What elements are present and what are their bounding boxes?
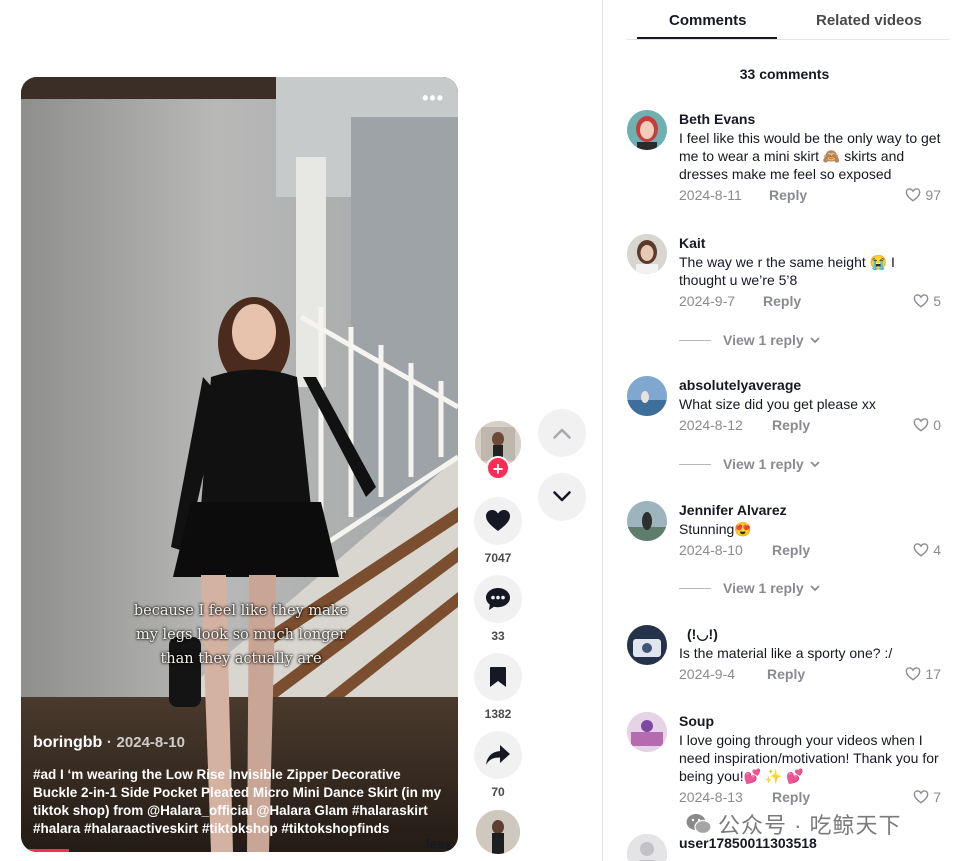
comment-text: Stunning😍 bbox=[679, 521, 752, 537]
active-tab-indicator bbox=[637, 37, 777, 39]
next-creator-avatar[interactable] bbox=[476, 810, 520, 854]
comment-like-count: 0 bbox=[933, 417, 941, 433]
view-replies-label: View 1 reply bbox=[723, 580, 804, 596]
avatar[interactable] bbox=[627, 501, 667, 541]
save-button[interactable] bbox=[474, 653, 522, 701]
chevron-down-icon bbox=[810, 336, 820, 343]
reply-button[interactable]: Reply bbox=[763, 293, 801, 309]
heart-outline-icon bbox=[913, 418, 929, 432]
comment-like-count: 5 bbox=[933, 293, 941, 309]
comment-date: 2024-8-13 bbox=[679, 789, 743, 805]
overlay-line: because I feel like they make bbox=[133, 603, 349, 619]
heart-outline-icon bbox=[913, 543, 929, 557]
comment-date: 2024-8-10 bbox=[679, 542, 743, 558]
comment-date: 2024-9-4 bbox=[679, 666, 736, 682]
overlay-line: than they actually are bbox=[160, 651, 322, 667]
comment-text: I feel like this would be the only way t… bbox=[679, 130, 941, 182]
bookmark-icon bbox=[490, 667, 506, 687]
wechat-icon bbox=[686, 814, 712, 835]
view-replies-label: View 1 reply bbox=[723, 456, 804, 472]
comment-text: I love going through your videos when I … bbox=[679, 732, 939, 784]
tab-comments[interactable]: Comments bbox=[669, 12, 747, 29]
reply-button[interactable]: Reply bbox=[769, 187, 807, 203]
commenter-name[interactable]: Kait bbox=[679, 234, 941, 252]
commenter-name[interactable]: absolutelyaverage bbox=[679, 376, 941, 394]
panel-tabs: Comments Related videos bbox=[627, 0, 949, 40]
watermark-text: 公众号 · 吃鲸天下 bbox=[718, 813, 902, 838]
avatar[interactable] bbox=[627, 834, 667, 861]
video-player[interactable]: ••• because I feel like they make my leg… bbox=[21, 77, 458, 852]
follow-button[interactable]: + bbox=[486, 456, 510, 480]
commenter-name[interactable]: Beth Evans bbox=[679, 110, 941, 128]
comment-like-button[interactable]: 0 bbox=[913, 417, 941, 433]
video-meta: boringbb · 2024-8-10 #ad I ‘m wearing th… bbox=[33, 734, 448, 838]
view-replies-button[interactable]: View 1 reply bbox=[679, 580, 820, 596]
comment-like-button[interactable]: 4 bbox=[913, 542, 941, 558]
chevron-up-icon bbox=[553, 428, 571, 439]
avatar[interactable] bbox=[627, 110, 667, 150]
comment-like-button[interactable]: 7 bbox=[913, 789, 941, 805]
overlay-line: my legs look so much longer bbox=[135, 627, 347, 643]
share-count: 70 bbox=[491, 785, 505, 799]
comment-text: The way we r the same height 😭 I thought… bbox=[679, 254, 895, 288]
commenter-name[interactable]: (!◡!) bbox=[679, 625, 941, 643]
share-button[interactable] bbox=[474, 731, 522, 779]
panel-divider bbox=[602, 0, 603, 861]
view-replies-button[interactable]: View 1 reply bbox=[679, 332, 820, 348]
reply-button[interactable]: Reply bbox=[772, 789, 810, 805]
comment-date: 2024-9-7 bbox=[679, 293, 736, 309]
avatar[interactable] bbox=[627, 376, 667, 416]
commenter-name[interactable]: Jennifer Alvarez bbox=[679, 501, 941, 519]
heart-icon bbox=[486, 510, 510, 531]
progress-bar[interactable] bbox=[21, 849, 70, 852]
like-button[interactable] bbox=[474, 497, 522, 545]
view-replies-label: View 1 reply bbox=[723, 332, 804, 348]
chevron-down-icon bbox=[810, 460, 820, 467]
comment-like-count: 7 bbox=[933, 789, 941, 805]
comment-button[interactable] bbox=[474, 575, 522, 623]
reply-button[interactable]: Reply bbox=[767, 666, 805, 682]
comment-icon bbox=[486, 588, 510, 610]
commenter-name[interactable]: Soup bbox=[679, 712, 941, 730]
heart-outline-icon bbox=[913, 294, 929, 308]
comment-like-count: 17 bbox=[925, 666, 941, 682]
avatar[interactable] bbox=[627, 712, 667, 752]
comment-count-heading: 33 comments bbox=[739, 66, 830, 82]
comment-like-button[interactable]: 17 bbox=[905, 666, 941, 682]
avatar[interactable] bbox=[627, 625, 667, 665]
view-replies-button[interactable]: View 1 reply bbox=[679, 456, 820, 472]
comment-text: What size did you get please xx bbox=[679, 396, 876, 412]
reply-button[interactable]: Reply bbox=[772, 417, 810, 433]
previous-video-button[interactable] bbox=[538, 409, 586, 457]
comment-count-label: 33 bbox=[491, 629, 505, 643]
chevron-down-icon bbox=[553, 491, 571, 502]
comment-text: Is the material like a sporty one? :/ bbox=[679, 645, 893, 661]
comment-like-count: 4 bbox=[933, 542, 941, 558]
heart-outline-icon bbox=[906, 188, 921, 202]
watermark: 公众号 · 吃鲸天下 bbox=[686, 808, 902, 840]
save-count: 1382 bbox=[484, 707, 512, 721]
comment-like-button[interactable]: 97 bbox=[905, 187, 941, 203]
video-text-overlay: because I feel like they make my legs lo… bbox=[111, 599, 371, 671]
heart-outline-icon bbox=[906, 667, 921, 681]
less-toggle[interactable]: less bbox=[426, 837, 452, 852]
comment-like-button[interactable]: 5 bbox=[913, 293, 941, 309]
chevron-down-icon bbox=[810, 584, 820, 591]
heart-outline-icon bbox=[913, 790, 929, 804]
more-options-icon[interactable]: ••• bbox=[422, 89, 444, 107]
comment-like-count: 97 bbox=[925, 187, 941, 203]
post-date: 2024-8-10 bbox=[116, 734, 185, 751]
comment-date: 2024-8-12 bbox=[679, 417, 743, 433]
comment-date: 2024-8-11 bbox=[679, 187, 742, 203]
tab-related-videos[interactable]: Related videos bbox=[816, 12, 922, 29]
reply-button[interactable]: Reply bbox=[772, 542, 810, 558]
author-name[interactable]: boringbb bbox=[33, 734, 102, 751]
avatar[interactable] bbox=[627, 234, 667, 274]
like-count: 7047 bbox=[484, 551, 512, 565]
next-video-button[interactable] bbox=[538, 473, 586, 521]
video-description: #ad I ‘m wearing the Low Rise Invisible … bbox=[33, 767, 442, 836]
share-icon bbox=[486, 745, 510, 765]
